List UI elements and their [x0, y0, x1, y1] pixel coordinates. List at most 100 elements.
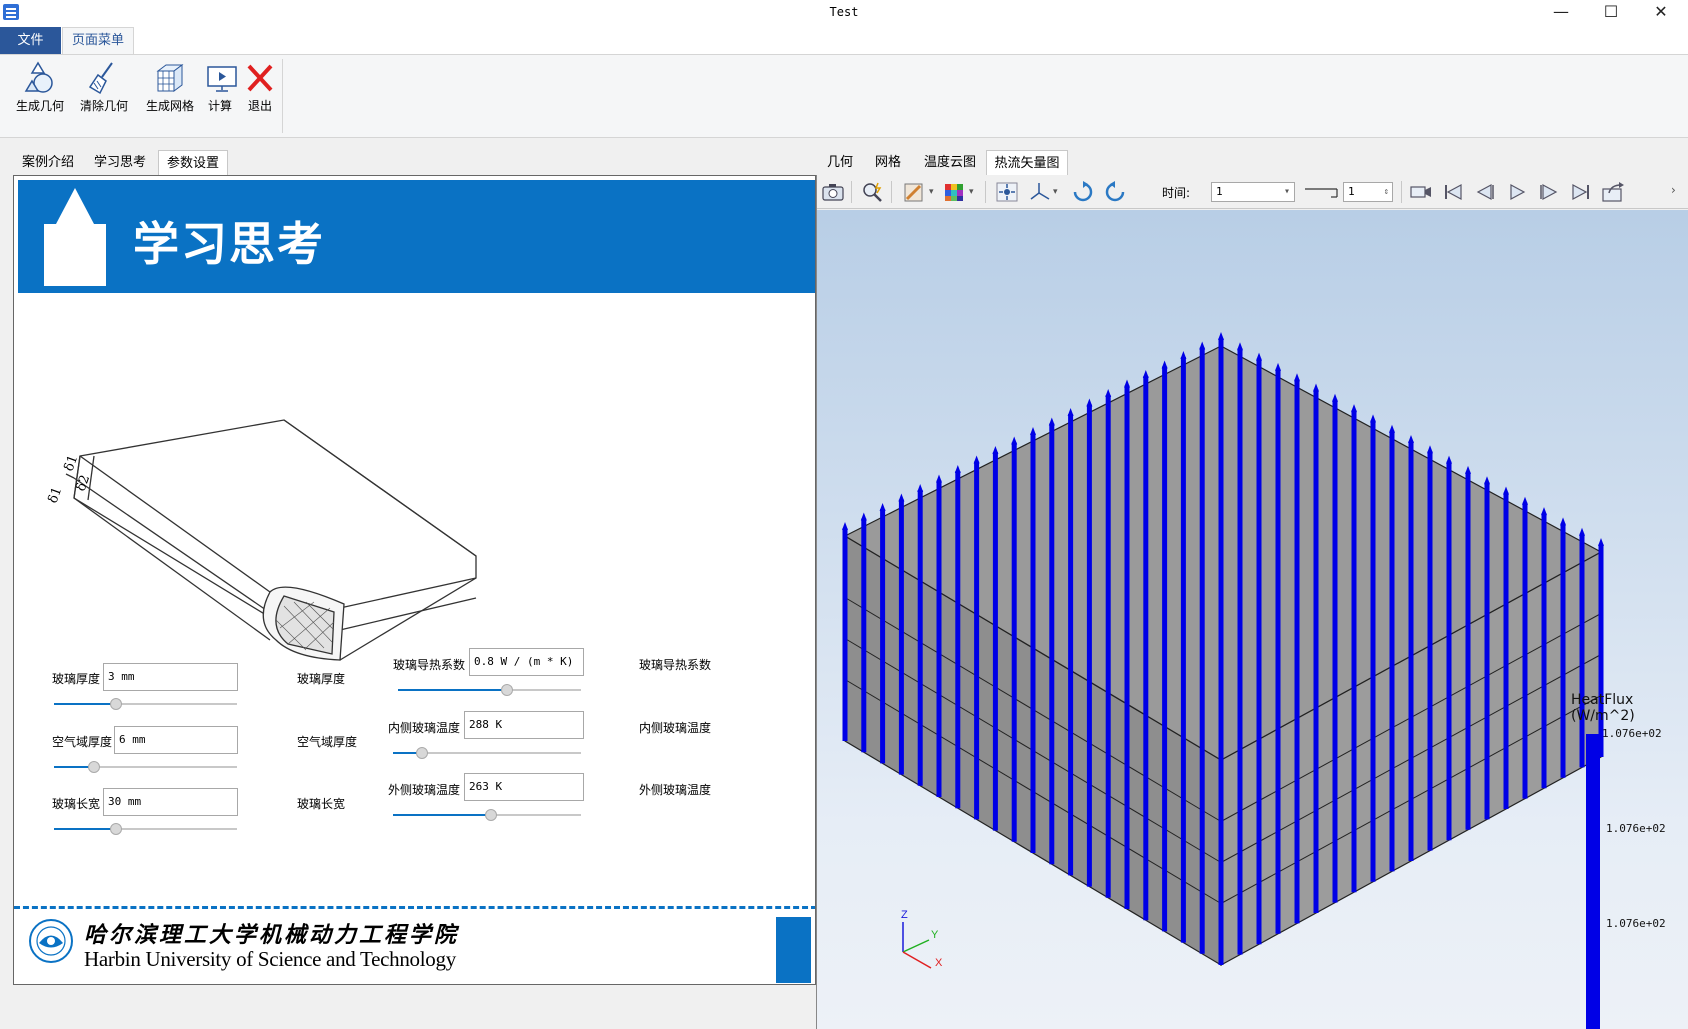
heat-flux-arrow-left-2 [860, 512, 867, 753]
slider-thumb[interactable] [110, 698, 122, 710]
glass-thickness-label: 玻璃厚度 [52, 672, 101, 686]
triad-y-label: Y [931, 929, 939, 941]
next-frame-icon[interactable] [1537, 181, 1561, 203]
tab-study-reflection[interactable]: 学习思考 [86, 150, 154, 175]
air-thickness-slider[interactable] [54, 761, 237, 773]
color-map-icon[interactable] [943, 181, 967, 203]
glass-conductivity-field[interactable]: 0.8 W / (m * K) [469, 648, 584, 676]
axis-orient-icon[interactable] [1029, 181, 1053, 203]
slider-thumb[interactable] [110, 823, 122, 835]
tab-page-menu[interactable]: 页面菜单 [62, 27, 134, 55]
heat-flux-arrow-left-21 [1218, 332, 1224, 965]
heat-flux-arrow-right-3 [1275, 362, 1281, 934]
heat-flux-arrow-right-4 [1294, 373, 1300, 924]
inner-glass-temp-slider[interactable] [393, 747, 581, 759]
heat-flux-scene: Z Y X [842, 332, 1604, 969]
last-frame-icon[interactable] [1569, 181, 1593, 203]
red-x-icon [247, 64, 273, 92]
university-seal-icon [29, 919, 73, 963]
glass-length-slider[interactable] [54, 823, 237, 835]
display-mode-icon[interactable] [903, 181, 927, 203]
mesh-cube-icon [156, 64, 184, 92]
close-button[interactable]: ✕ [1638, 0, 1684, 25]
legend-title-line2: (W/m^2) [1571, 708, 1635, 724]
rotate-ccw-icon[interactable] [1103, 181, 1127, 203]
heat-flux-arrow-right-2 [1256, 352, 1262, 945]
heat-flux-arrow-left-10 [1011, 436, 1018, 842]
heat-flux-arrow-left-4 [898, 493, 905, 775]
axis-orient-dropdown-arrow[interactable]: ▾ [1053, 187, 1058, 197]
tab-temperature-contour[interactable]: 温度云图 [914, 150, 986, 175]
inner-glass-temp-field[interactable]: 288 K [464, 711, 584, 739]
glass-thickness-slider[interactable] [54, 698, 237, 710]
glass-length-field[interactable]: 30 mm [103, 788, 238, 816]
triad-y-axis [902, 939, 930, 953]
tab-mesh[interactable]: 网格 [866, 150, 910, 175]
display-mode-dropdown-arrow[interactable]: ▾ [929, 187, 934, 197]
tab-case-intro[interactable]: 案例介绍 [14, 150, 82, 175]
3d-viewer: ▾ ▾ ▾ 时间: 1 1 › Z Y X HeatFlux (W/m^2) 1.0… [816, 175, 1688, 1029]
slider-thumb[interactable] [88, 761, 100, 773]
minimize-button[interactable]: — [1538, 0, 1584, 25]
tab-heat-flux-vectors[interactable]: 热流矢量图 [986, 150, 1068, 175]
tab-file[interactable]: 文件 [0, 27, 61, 54]
heat-flux-arrow-right-1 [1237, 342, 1243, 955]
slider-thumb[interactable] [501, 684, 513, 696]
fit-view-icon[interactable] [995, 181, 1019, 203]
3d-viewport[interactable]: Z Y X HeatFlux (W/m^2) 1.076e+02 1.076e+02… [817, 210, 1688, 1029]
step-size-icon [1305, 188, 1338, 198]
camera-icon[interactable] [821, 181, 845, 203]
institute-name-en: Harbin University of Science and Technol… [84, 947, 456, 971]
generate-geometry-button[interactable]: 生成几何 [14, 61, 66, 121]
heat-flux-arrow-left-13 [1067, 408, 1074, 876]
exit-button[interactable]: 退出 [244, 61, 276, 121]
time-step-spinner[interactable]: 1 [1343, 182, 1393, 202]
slider-thumb[interactable] [416, 747, 428, 759]
time-select[interactable]: 1 [1211, 182, 1295, 202]
slider-thumb[interactable] [485, 809, 497, 821]
exit-label: 退出 [247, 99, 272, 113]
outer-glass-temp-label: 外侧玻璃温度 [388, 783, 461, 797]
clear-geometry-button[interactable]: 清除几何 [78, 61, 130, 121]
window-title: Test [829, 5, 859, 19]
heat-flux-arrow-right-12 [1446, 455, 1452, 841]
legend-tick-1: 1.076e+02 [1602, 727, 1662, 740]
heat-flux-arrow-right-6 [1332, 393, 1338, 903]
glass-conductivity-label: 玻璃导热系数 [393, 658, 466, 672]
legend-title: HeatFlux (W/m^2) [1571, 692, 1635, 724]
heat-flux-arrow-right-11 [1427, 445, 1433, 851]
tab-parameter-settings[interactable]: 参数设置 [158, 150, 228, 175]
color-map-dropdown-arrow[interactable]: ▾ [969, 187, 974, 197]
air-thickness-field[interactable]: 6 mm [114, 726, 238, 754]
record-icon[interactable] [1409, 181, 1433, 203]
banner: 学习思考 [18, 180, 815, 293]
parameter-panel: 学习思考 δ1 δ2 δ1 玻璃厚度 3 mm 玻璃厚度 空气域厚度 6 mm … [13, 175, 816, 985]
outer-glass-temp-slider[interactable] [393, 809, 581, 821]
maximize-button[interactable]: ☐ [1588, 0, 1634, 25]
zoom-icon[interactable] [861, 181, 885, 203]
toolbar-overflow-arrow[interactable]: › [1671, 183, 1676, 197]
toolbar-separator [985, 181, 986, 203]
heat-flux-arrow-right-14 [1484, 476, 1490, 820]
heat-flux-arrow-left-8 [973, 455, 980, 820]
footer-accent-block [776, 917, 811, 983]
play-icon[interactable] [1505, 181, 1529, 203]
first-frame-icon[interactable] [1441, 181, 1465, 203]
glass-thickness-field[interactable]: 3 mm [103, 663, 238, 691]
heat-flux-arrow-right-7 [1351, 404, 1357, 893]
heat-flux-arrow-right-10 [1408, 435, 1414, 861]
prev-frame-icon[interactable] [1473, 181, 1497, 203]
heat-flux-arrow-left-6 [936, 474, 942, 797]
rotate-cw-icon[interactable] [1071, 181, 1095, 203]
ribbon-tab-bar: 文件 页面菜单 [0, 25, 1688, 55]
outer-glass-temp-field[interactable]: 263 K [464, 773, 584, 801]
heat-flux-arrow-right-8 [1370, 414, 1376, 882]
heat-flux-arrow-right-20 [1598, 538, 1604, 757]
footer-divider [14, 906, 815, 909]
compute-button[interactable]: 计算 [206, 61, 237, 121]
export-icon[interactable] [1601, 181, 1625, 203]
generate-mesh-button[interactable]: 生成网格 [144, 61, 196, 121]
tab-geometry[interactable]: 几何 [818, 150, 862, 175]
air-thickness-echo: 空气域厚度 [297, 735, 358, 749]
glass-conductivity-slider[interactable] [398, 684, 581, 696]
